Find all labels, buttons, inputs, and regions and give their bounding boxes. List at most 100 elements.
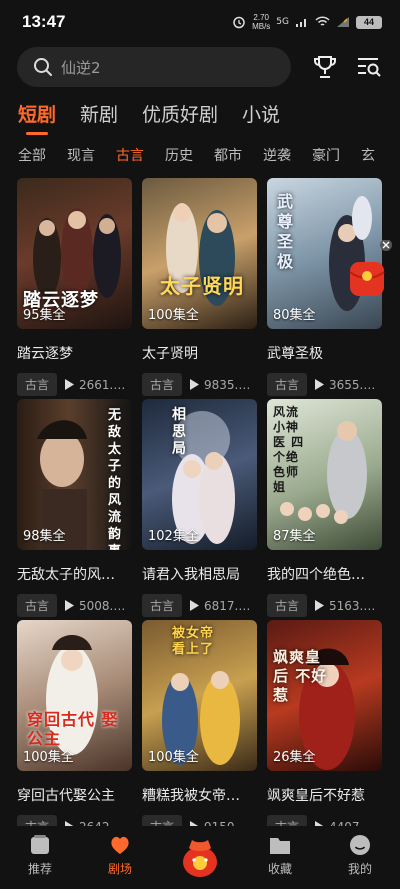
search-input[interactable]: 仙逆2	[17, 47, 291, 87]
drama-title[interactable]: 踏云逐梦	[17, 343, 132, 363]
search-row: 仙逆2	[17, 46, 387, 88]
poster-title: 被女帝 看上了	[172, 626, 215, 657]
drama-title[interactable]: 穿回古代娶公主	[17, 785, 132, 805]
folder-icon	[270, 838, 290, 854]
genre-tag: 古言	[17, 373, 58, 396]
drama-meta: 古言 9835.…	[142, 373, 257, 396]
episode-count: 100集全	[148, 750, 199, 765]
play-count: 3655.…	[315, 378, 375, 392]
tab-quality-drama[interactable]: 优质好剧	[142, 100, 218, 135]
net-speed: 2.70 MB/s	[252, 13, 271, 31]
genre-tag: 古言	[267, 594, 308, 617]
tab-lucky-bag[interactable]	[170, 832, 230, 880]
drama-card[interactable]: 无敌太子的风流韵事 98集全 无敌太子的风… 古言 5008.…	[17, 399, 132, 620]
battery-indicator: 44	[356, 15, 382, 29]
tab-recommend-label: 推荐	[27, 862, 52, 876]
play-icon	[65, 379, 75, 390]
category-urban[interactable]: 都市	[214, 145, 242, 165]
poster-title: 风流小神医 四个绝色师姐	[273, 405, 305, 494]
drama-poster[interactable]: 相思局 102集全	[142, 399, 257, 550]
theater-icon	[111, 836, 129, 854]
play-icon	[315, 379, 325, 390]
poster-title: 太子贤明	[160, 274, 244, 298]
drama-poster[interactable]: 被女帝 看上了 100集全	[142, 620, 257, 771]
drama-title[interactable]: 糟糕我被女帝…	[142, 785, 257, 805]
tab-short-drama[interactable]: 短剧	[18, 100, 56, 135]
play-icon	[315, 600, 325, 611]
drama-title[interactable]: 无敌太子的风…	[17, 564, 132, 584]
category-tabs: 全部 现言 古言 历史 都市 逆袭 豪门 玄	[18, 145, 400, 165]
drama-poster[interactable]: 无敌太子的风流韵事 98集全	[17, 399, 132, 550]
drama-meta: 古言 2661.…	[17, 373, 132, 396]
wifi-icon	[315, 16, 330, 26]
category-modern-romance[interactable]: 现言	[67, 145, 95, 165]
tab-favorites[interactable]: 收藏	[250, 834, 310, 877]
drama-poster[interactable]: 风流小神医 四个绝色师姐 87集全	[267, 399, 382, 550]
drama-meta: 古言 5008.…	[17, 594, 132, 617]
genre-tag: 古言	[17, 594, 58, 617]
episode-count: 87集全	[273, 529, 316, 544]
drama-title[interactable]: 请君入我相思局	[142, 564, 257, 584]
category-fantasy[interactable]: 玄	[361, 145, 375, 165]
bottom-tab-bar: 推荐 剧场 收藏 我的	[0, 826, 400, 889]
play-icon	[65, 600, 75, 611]
lucky-bag-icon	[183, 840, 217, 877]
tab-new-drama[interactable]: 新剧	[80, 100, 118, 135]
tab-theater-label: 剧场	[107, 862, 132, 876]
genre-tag: 古言	[142, 594, 183, 617]
episode-count: 80集全	[273, 308, 316, 323]
drama-poster[interactable]: 穿回古代 娶公主 100集全	[17, 620, 132, 771]
drama-grid: 踏云逐梦 95集全 踏云逐梦 古言 2661.… 太子贤明 100集全 太子贤明…	[17, 178, 383, 841]
episode-count: 100集全	[148, 308, 199, 323]
category-wealthy[interactable]: 豪门	[312, 145, 340, 165]
poster-title: 相思局	[172, 407, 187, 457]
drama-card[interactable]: 飒爽皇后 不好惹 26集全 飒爽皇后不好惹 古言 4407.…	[267, 620, 382, 841]
drama-meta: 古言 6817.…	[142, 594, 257, 617]
episode-count: 26集全	[273, 750, 316, 765]
category-history[interactable]: 历史	[165, 145, 193, 165]
category-all[interactable]: 全部	[18, 145, 46, 165]
drama-title[interactable]: 飒爽皇后不好惹	[267, 785, 382, 805]
play-count: 5163.…	[315, 599, 375, 613]
drama-card[interactable]: 踏云逐梦 95集全 踏云逐梦 古言 2661.…	[17, 178, 132, 399]
tab-novel[interactable]: 小说	[242, 100, 280, 135]
status-bar: 13:47 2.70 MB/s 5G 44	[0, 0, 400, 44]
drama-card[interactable]: 风流小神医 四个绝色师姐 87集全 我的四个绝色… 古言 5163.…	[267, 399, 382, 620]
recommend-icon	[31, 835, 49, 854]
genre-tag: 古言	[142, 373, 183, 396]
episode-count: 95集全	[23, 308, 66, 323]
genre-tag: 古言	[267, 373, 308, 396]
poster-title: 穿回古代 娶公主	[27, 710, 119, 748]
drama-poster[interactable]: 太子贤明 100集全	[142, 178, 257, 329]
tab-profile[interactable]: 我的	[330, 834, 390, 877]
drama-meta: 古言 5163.…	[267, 594, 382, 617]
play-icon	[190, 600, 200, 611]
drama-poster[interactable]: 飒爽皇后 不好惹 26集全	[267, 620, 382, 771]
poster-title: 无敌太子的风流韵事	[108, 408, 123, 550]
category-ancient-romance[interactable]: 古言	[116, 145, 144, 165]
drama-title[interactable]: 武尊圣极	[267, 343, 382, 363]
category-comeback[interactable]: 逆袭	[263, 145, 291, 165]
trophy-icon	[314, 56, 336, 78]
red-envelope-icon	[349, 239, 392, 296]
trophy-button[interactable]	[311, 53, 339, 81]
drama-title[interactable]: 太子贤明	[142, 343, 257, 363]
tab-theater[interactable]: 剧场	[90, 834, 150, 877]
profile-icon	[350, 835, 370, 855]
play-count: 9835.…	[190, 378, 250, 392]
red-envelope-float[interactable]	[342, 239, 392, 300]
drama-card[interactable]: 穿回古代 娶公主 100集全 穿回古代娶公主 古言 2642.…	[17, 620, 132, 841]
drama-card[interactable]: 太子贤明 100集全 太子贤明 古言 9835.…	[142, 178, 257, 399]
episode-count: 102集全	[148, 529, 199, 544]
main-tabs: 短剧 新剧 优质好剧 小说	[18, 100, 280, 135]
drama-card[interactable]: 相思局 102集全 请君入我相思局 古言 6817.…	[142, 399, 257, 620]
drama-poster[interactable]: 踏云逐梦 95集全	[17, 178, 132, 329]
drama-card[interactable]: 被女帝 看上了 100集全 糟糕我被女帝… 古言 9150.…	[142, 620, 257, 841]
status-icons: 2.70 MB/s 5G 44	[232, 13, 382, 31]
tab-recommend[interactable]: 推荐	[10, 834, 70, 877]
play-count: 6817.…	[190, 599, 250, 613]
drama-title[interactable]: 我的四个绝色…	[267, 564, 382, 584]
filter-search-button[interactable]	[355, 53, 383, 81]
status-time: 13:47	[22, 12, 66, 31]
alarm-icon	[233, 16, 245, 29]
